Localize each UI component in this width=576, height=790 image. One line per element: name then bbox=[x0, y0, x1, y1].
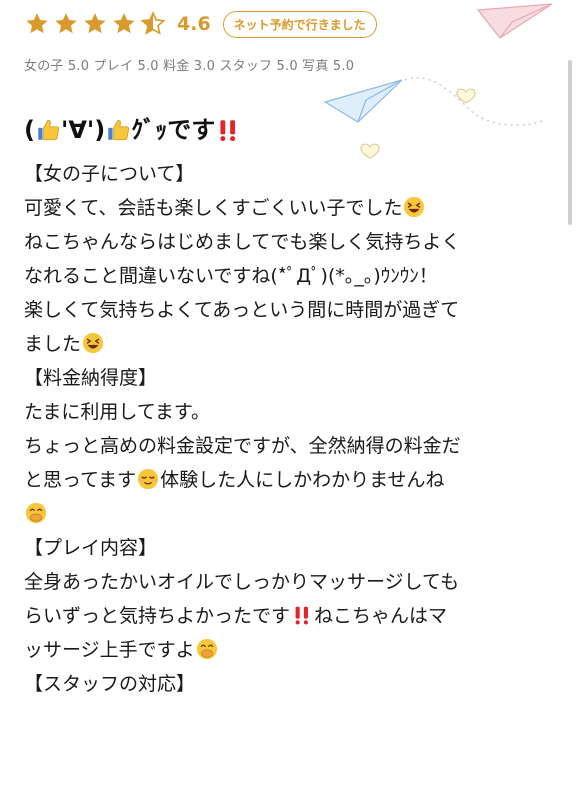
text-span: ッサージ上手ですよ bbox=[24, 639, 195, 661]
title-paren-close: ) bbox=[94, 116, 106, 144]
text-line: なれること間違いないですね(*ﾟДﾟ)(*｡_｡)ｳﾝｳﾝ！ bbox=[24, 265, 438, 287]
scrollbar[interactable] bbox=[568, 60, 572, 225]
text-line: ちょっと高めの料金設定ですが、全然納得の料金だ bbox=[24, 435, 461, 457]
star-icon bbox=[113, 13, 135, 34]
text-line: たまに利用してます。 bbox=[24, 401, 211, 423]
review-header: 4.6 ネット予約で行きました bbox=[24, 8, 377, 40]
text-line: ました bbox=[24, 327, 564, 361]
text-line: ねこちゃんならはじめましてでも楽しく気持ちよく bbox=[24, 231, 461, 253]
star-rating bbox=[24, 11, 169, 37]
laughing-emoji bbox=[404, 196, 425, 218]
star-icon bbox=[84, 13, 106, 34]
text-line: ッサージ上手ですよ bbox=[24, 633, 564, 667]
text-line: と思ってます 体験した人にしかわかりませんね bbox=[24, 463, 564, 497]
laughing-emoji bbox=[82, 332, 104, 354]
section-heading-play: 【プレイ内容】 bbox=[24, 537, 158, 559]
star-icon bbox=[55, 13, 77, 34]
text-span: と思ってます bbox=[24, 469, 137, 491]
hand-over-mouth-emoji bbox=[25, 502, 47, 524]
dotted-trail bbox=[404, 77, 546, 126]
text-span: 体験した人にしかわかりませんね bbox=[160, 469, 445, 491]
thumbs-up-icon bbox=[38, 119, 60, 141]
section-heading-girl: 【女の子について】 bbox=[24, 163, 195, 185]
text-line: 全身あったかいオイルでしっかりマッサージしても bbox=[24, 571, 460, 593]
relieved-emoji bbox=[138, 468, 159, 490]
title-paren-open: ( bbox=[24, 116, 35, 144]
section-heading-staff: 【スタッフの対応】 bbox=[24, 673, 196, 695]
paper-plane-icon bbox=[476, 3, 553, 39]
title-goo: ｸﾞｯです bbox=[131, 116, 216, 144]
text-span: ねこちゃんはマ bbox=[314, 605, 448, 627]
net-reservation-badge: ネット予約で行きました bbox=[222, 10, 377, 38]
hand-over-mouth-emoji bbox=[196, 638, 217, 660]
text-span: らいずっと気持ちよかったです bbox=[24, 605, 291, 627]
review-body: 【女の子について】 可愛くて、会話も楽しくすごくいい子でした ねこちゃんならはじ… bbox=[24, 157, 564, 701]
thumbs-up-icon bbox=[108, 119, 130, 141]
rating-value: 4.6 bbox=[177, 13, 211, 35]
text-line: 楽しくて気持ちよくてあっという間に時間が過ぎて bbox=[24, 299, 460, 321]
text-line: 可愛くて、会話も楽しくすごくいい子でした bbox=[24, 191, 564, 225]
half-star-icon bbox=[140, 11, 166, 35]
heart-icon bbox=[456, 88, 476, 104]
section-heading-price: 【料金納得度】 bbox=[24, 367, 158, 389]
double-exclamation-icon bbox=[295, 606, 309, 625]
title-face: '∀' bbox=[60, 116, 95, 144]
text-line: らいずっと気持ちよかったです ねこちゃんはマ bbox=[24, 599, 564, 633]
paper-plane-icon bbox=[323, 79, 403, 123]
text-line bbox=[24, 497, 564, 531]
text-span: ました bbox=[24, 333, 82, 355]
sub-ratings: 女の子 5.0 プレイ 5.0 料金 3.0 スタッフ 5.0 写真 5.0 bbox=[24, 59, 355, 74]
heart-icon bbox=[360, 143, 380, 159]
text-span: 可愛くて、会話も楽しくすごくいい子でした bbox=[24, 197, 403, 219]
star-icon bbox=[26, 13, 48, 34]
review-title: ( '∀') ｸﾞｯです bbox=[24, 110, 241, 145]
double-exclamation-icon bbox=[220, 120, 236, 142]
